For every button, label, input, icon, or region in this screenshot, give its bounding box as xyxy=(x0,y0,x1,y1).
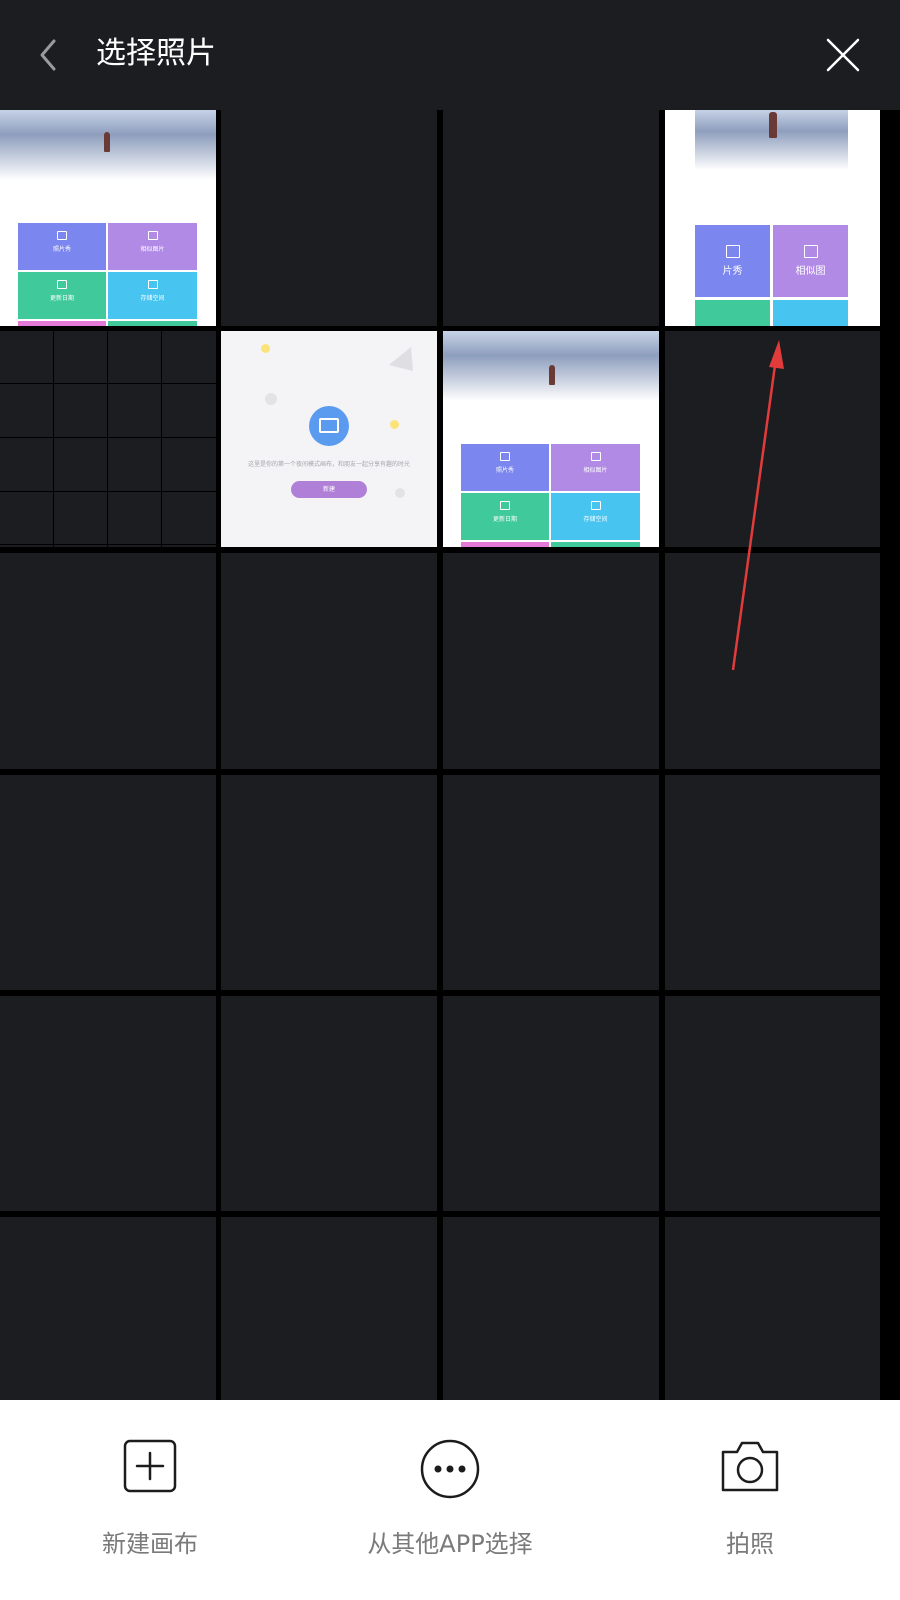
app-tile: 更新日期 xyxy=(461,493,549,540)
photo-thumbnail[interactable] xyxy=(665,331,880,547)
photo-thumbnail[interactable] xyxy=(0,996,216,1211)
camera-icon xyxy=(721,1441,779,1492)
photo-thumbnail[interactable] xyxy=(221,775,437,990)
photo-thumbnail[interactable] xyxy=(443,553,659,769)
take-photo-button[interactable]: 拍照 xyxy=(600,1400,900,1600)
app-tile-label: 相似图 xyxy=(795,266,826,277)
app-tile: 相似图片 xyxy=(108,223,197,270)
back-button[interactable] xyxy=(28,35,68,75)
photo-thumbnail[interactable] xyxy=(665,775,880,990)
photo-thumbnail[interactable] xyxy=(0,775,216,990)
app-tile: 片秀 xyxy=(695,225,770,297)
split-icon xyxy=(500,501,510,510)
new-canvas-button[interactable]: 新建画布 xyxy=(0,1400,300,1600)
image-icon xyxy=(309,406,349,446)
photo-thumbnail[interactable]: 照片秀 相似图片 更新日期 存储空间 xyxy=(443,331,659,547)
top-bar: 选择照片 xyxy=(0,0,900,110)
photo-thumbnail[interactable] xyxy=(221,110,437,326)
split-icon xyxy=(57,280,67,289)
empty-state-screenshot: 这里是你的第一个夜间模式画布，和朋友一起分享有趣的时光 新建 xyxy=(221,331,437,547)
image-icon xyxy=(590,452,601,461)
plus-square-icon xyxy=(123,1439,177,1493)
app-tile: 存储空间 xyxy=(551,493,640,540)
photo-thumbnail[interactable] xyxy=(665,996,880,1211)
triangle-decoration xyxy=(389,347,413,371)
photo-thumbnail[interactable] xyxy=(221,996,437,1211)
app-tile-label: 相似图片 xyxy=(140,246,165,253)
chevron-left-icon xyxy=(40,39,56,71)
photo-thumbnail[interactable] xyxy=(665,553,880,769)
photo-thumbnail[interactable] xyxy=(443,1217,659,1400)
photo-thumbnail[interactable] xyxy=(443,775,659,990)
app-tile-label: 存储空间 xyxy=(583,516,608,523)
app-tile-label: 片秀 xyxy=(722,266,743,277)
photo-thumbnail[interactable] xyxy=(221,553,437,769)
photo-thumbnail[interactable]: 照片秀 相似图片 更新日期 存储空间 xyxy=(0,110,216,326)
image-icon xyxy=(803,245,818,258)
app-tile-label: 更新日期 xyxy=(492,516,517,523)
app-tile-label: 更新日期 xyxy=(49,295,74,302)
more-circle-icon xyxy=(420,1439,480,1499)
app-tile-label: 照片秀 xyxy=(52,246,71,253)
app-tile: 照片秀 xyxy=(18,223,106,270)
photo-thumbnail[interactable] xyxy=(0,1217,216,1400)
photo-thumbnail[interactable]: 这里是你的第一个夜间模式画布，和朋友一起分享有趣的时光 新建 xyxy=(221,331,437,547)
app-tile: 相似图片 xyxy=(551,444,640,491)
app-tile: 存储空间 xyxy=(108,272,197,319)
choose-from-other-app-button[interactable]: 从其他APP选择 xyxy=(300,1400,600,1600)
photo-thumbnail[interactable] xyxy=(221,1217,437,1400)
close-button[interactable] xyxy=(824,36,862,74)
take-photo-label: 拍照 xyxy=(726,1530,774,1558)
app-tile-label: 照片秀 xyxy=(495,467,514,474)
close-icon xyxy=(826,38,860,72)
app-tile-label: 存储空间 xyxy=(140,295,165,302)
photo-thumbnail[interactable] xyxy=(0,331,216,547)
new-canvas-label: 新建画布 xyxy=(102,1530,198,1558)
layout-icon xyxy=(147,280,158,289)
app-tile: 照片秀 xyxy=(461,444,549,491)
bottom-action-bar: 新建画布 从其他APP选择 拍照 xyxy=(0,1400,900,1600)
slideshow-icon xyxy=(57,231,67,240)
new-button: 新建 xyxy=(291,481,367,498)
layout-icon xyxy=(590,501,601,510)
grid-pattern xyxy=(0,331,216,547)
app-tile: 更新日期 xyxy=(18,272,106,319)
photo-thumbnail[interactable] xyxy=(665,1217,880,1400)
photo-thumbnail[interactable] xyxy=(0,553,216,769)
choose-from-other-app-label: 从其他APP选择 xyxy=(367,1530,533,1558)
image-icon xyxy=(147,231,158,240)
slideshow-icon xyxy=(500,452,510,461)
photo-thumbnail[interactable]: 片秀 相似图 xyxy=(665,110,880,326)
empty-state-text: 这里是你的第一个夜间模式画布，和朋友一起分享有趣的时光 xyxy=(247,461,410,468)
page-title: 选择照片 xyxy=(96,36,216,71)
photo-thumbnail[interactable] xyxy=(443,996,659,1211)
app-tile: 相似图 xyxy=(773,225,848,297)
photo-grid: 照片秀 相似图片 更新日期 存储空间 片秀 相似图 这里是你的第一个夜间模式画布… xyxy=(0,110,900,1400)
photo-thumbnail[interactable] xyxy=(443,110,659,326)
app-tile-label: 相似图片 xyxy=(583,467,608,474)
slideshow-icon xyxy=(725,245,740,258)
